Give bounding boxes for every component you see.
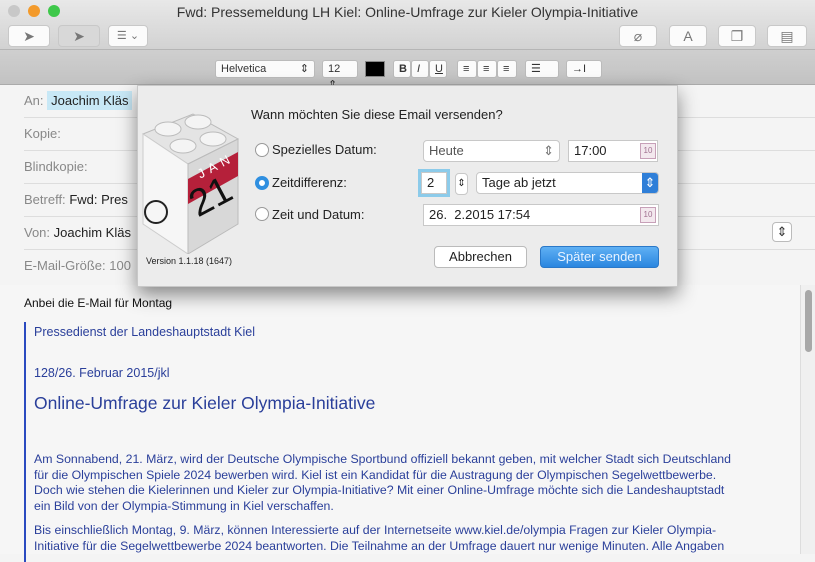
time-offset-label: Zeitdifferenz: [272,175,347,190]
align-left-button[interactable]: ≡ [457,60,477,78]
underline-button[interactable]: U [429,60,447,78]
from-select-stepper[interactable]: ⇕ [772,222,792,242]
paragraph-2: Bis einschließlich Montag, 9. März, könn… [34,523,724,554]
version-label: Version 1.1.18 (1647) [146,256,233,266]
date-select-value: Heute [429,143,464,158]
font-value: Helvetica [221,63,267,75]
sender-text: Pressedienst der Landeshauptstadt Kiel [34,325,255,339]
reference-text: 128/26. Februar 2015/jkl [34,366,170,380]
text-line: ein Bild von der Olympia-Stimmung in Kie… [34,498,334,513]
offset-unit-select[interactable]: Tage ab jetzt ⇕ [476,172,659,194]
headline: Online-Umfrage zur Kieler Olympia-Initia… [34,393,376,413]
size-value: 100 [109,258,131,273]
updown-icon: ⇕ [543,143,554,158]
special-date-label: Spezielles Datum: [272,142,377,157]
recipient-token[interactable]: Joachim Kläs [47,91,133,110]
date-time-field[interactable]: 26. 2.2015 17:54 [423,204,659,226]
window-icon: ❐ [730,28,744,44]
date-time-value: 26. 2.2015 17:54 [429,207,531,222]
scrollbar[interactable] [800,285,815,554]
window-title: Fwd: Pressemeldung LH Kiel: Online-Umfra… [176,4,639,20]
bold-button[interactable]: B [393,60,411,78]
send-later-icon: ➤ [73,28,85,44]
text-line: Initiative für die Segelwettbewerbe 2024… [34,538,725,553]
size-label: E-Mail-Größe: [24,258,106,273]
send-later-button[interactable]: Später senden [540,246,659,268]
header-fields-menu[interactable]: ☰ ⌄ [108,25,148,47]
photo-browser-button[interactable]: ❐ [718,25,756,47]
offset-stepper[interactable]: ⇕ [455,173,468,195]
format-bar-button[interactable]: ▤ [767,25,807,47]
attach-button[interactable]: ⌀ [619,25,657,47]
fonts-button[interactable]: A [669,25,707,47]
time-value: 17:00 [574,143,607,158]
radio-date-time[interactable] [255,207,269,221]
subject-label: Betreff: [24,192,66,207]
updown-icon: ⇕ [642,173,658,193]
offset-input[interactable]: 2 [421,172,447,194]
send-later-dialog: JAN 21 Version 1.1.18 (1647) Wann möchte… [137,85,678,287]
paperclip-icon: ⌀ [633,28,643,44]
list-format-button[interactable]: ☰ ⌄ [525,60,559,91]
message-body[interactable]: Anbei die E-Mail für Montag Pressedienst… [0,285,800,562]
dialog-question: Wann möchten Sie diese Email versenden? [251,107,503,122]
align-center-button[interactable]: ≡ [477,60,497,78]
date-time-label: Zeit und Datum: [272,207,365,222]
subject-value: Fwd: Pres [69,192,128,207]
paragraph-1: Am Sonnabend, 21. März, wird der Deutsch… [34,452,731,514]
to-label: An: [24,93,44,108]
font-select[interactable]: Helvetica ⇕ [215,60,315,78]
template-icon: ▤ [780,28,794,44]
text-line: für die Olympischen Spiele 2024 bewerben… [34,467,717,482]
radio-time-offset[interactable] [255,176,269,190]
cc-label: Kopie: [24,126,61,141]
bcc-label: Blindkopie: [24,159,88,174]
from-value: Joachim Kläs [53,225,131,240]
quote-bar [24,322,26,562]
radio-special-date[interactable] [255,143,269,157]
calendar-icon[interactable]: 10 [640,143,656,159]
send-later-button[interactable]: ➤ [58,25,100,47]
from-label: Von: [24,225,51,240]
text-line: Doch wie stehen die Kielerinnen und Kiel… [34,483,725,497]
calendar-icon[interactable]: 10 [640,207,656,223]
align-right-button[interactable]: ≡ [497,60,517,78]
cancel-button[interactable]: Abbrechen [434,246,527,268]
send-icon: ➤ [23,28,35,44]
calendar-cube-icon [141,113,240,254]
italic-button[interactable]: I [411,60,429,78]
scrollbar-thumb[interactable] [805,290,812,352]
date-select[interactable]: Heute ⇕ [423,140,560,162]
intro-text: Anbei die E-Mail für Montag [24,296,173,310]
text-line: Bis einschließlich Montag, 9. März, könn… [34,523,717,537]
list-icon: ☰ ⌄ [116,30,140,42]
size-select[interactable]: 12 ⇕ [322,60,358,91]
color-swatch[interactable] [365,61,385,77]
offset-unit-value: Tage ab jetzt [482,175,556,190]
text-line: Am Sonnabend, 21. März, wird der Deutsch… [34,452,731,466]
send-button[interactable]: ➤ [8,25,50,47]
font-icon: A [683,28,693,44]
updown-icon: ⇕ [299,63,309,75]
size-value: 12 [328,63,341,75]
indent-button[interactable]: →I ⌄ [566,60,602,91]
